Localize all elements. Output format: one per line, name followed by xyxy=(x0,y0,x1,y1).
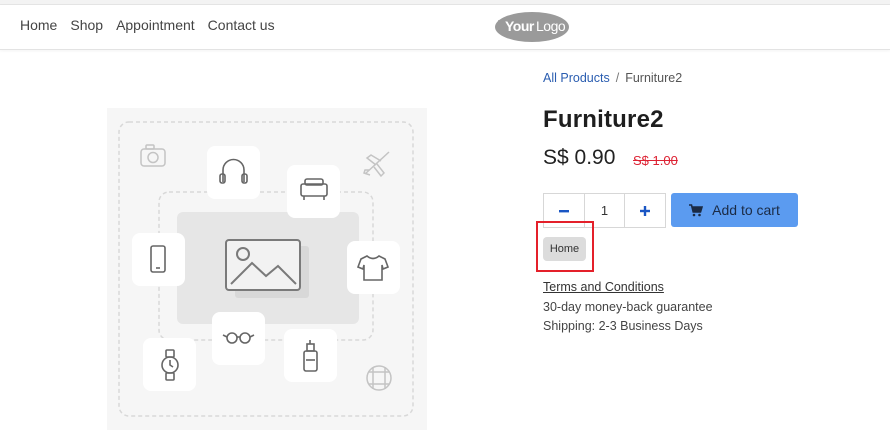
shipping-text: Shipping: 2-3 Business Days xyxy=(543,319,703,333)
terms-link[interactable]: Terms and Conditions xyxy=(543,278,713,298)
cart-icon xyxy=(689,203,704,216)
main-nav: Home Shop Appointment Contact us xyxy=(20,17,275,33)
increase-quantity-button[interactable] xyxy=(625,194,665,227)
breadcrumb-separator: / xyxy=(615,71,620,85)
site-header: Home Shop Appointment Contact us Your Lo… xyxy=(0,5,890,50)
airplane-icon xyxy=(363,151,390,178)
category-tag[interactable]: Home xyxy=(543,237,586,261)
site-logo[interactable]: Your Logo xyxy=(492,11,570,43)
product-old-price: S$ 1.00 xyxy=(633,153,678,168)
minus-icon xyxy=(558,209,569,212)
product-info: Terms and Conditions 30-day money-back g… xyxy=(543,278,713,337)
nav-contact-us[interactable]: Contact us xyxy=(208,17,275,33)
product-image xyxy=(107,108,427,430)
add-to-cart-label: Add to cart xyxy=(712,202,780,218)
add-to-cart-button[interactable]: Add to cart xyxy=(671,193,798,227)
product-price: S$ 0.90 xyxy=(543,146,616,169)
breadcrumb-all-products[interactable]: All Products xyxy=(543,71,610,85)
nav-appointment[interactable]: Appointment xyxy=(116,17,195,33)
nav-home[interactable]: Home xyxy=(20,17,57,33)
ball-icon xyxy=(366,365,392,391)
camera-icon xyxy=(140,144,166,167)
breadcrumb: All Products / Furniture2 xyxy=(543,71,682,85)
svg-text:Logo: Logo xyxy=(536,18,566,34)
product-title: Furniture2 xyxy=(543,106,664,133)
svg-text:Your: Your xyxy=(505,18,535,34)
guarantee-text: 30-day money-back guarantee xyxy=(543,299,713,314)
plus-icon xyxy=(640,205,651,216)
breadcrumb-current: Furniture2 xyxy=(625,71,683,85)
nav-shop[interactable]: Shop xyxy=(70,17,103,33)
image-placeholder-icon xyxy=(225,239,309,298)
